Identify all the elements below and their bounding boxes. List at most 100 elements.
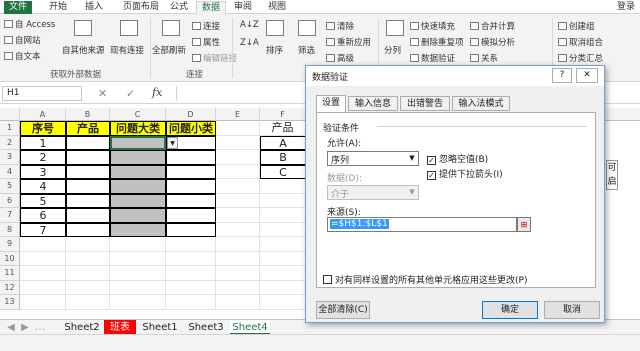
dialog-title-bar[interactable]: 数据验证 ? ✕ [306,66,604,86]
relationships-button[interactable]: 关系 [470,52,498,64]
grid-cell[interactable] [66,266,110,281]
table-cell[interactable] [66,135,110,150]
subtotal-button[interactable]: 分类汇总 [558,52,603,64]
table-cell[interactable]: 7 [20,222,66,237]
table-cell[interactable]: 1 [20,135,66,150]
product-header-cell[interactable]: 产品 [260,121,306,136]
grid-cell[interactable] [260,179,306,194]
refresh-all-button[interactable]: 全部刷新 [152,44,186,56]
data-select[interactable]: 介于 ▼ [327,185,419,200]
apply-all-checkbox[interactable]: 对有同样设置的所有其他单元格应用这些更改(P) [323,273,527,286]
tab-home[interactable]: 开始 [44,1,72,14]
sheet-tab-sheet2[interactable]: Sheet2 [62,320,102,335]
login-link[interactable]: 登录 [614,1,638,14]
name-box[interactable]: H1 [2,86,82,101]
ungroup-button[interactable]: 取消组合 [558,36,603,48]
what-if-button[interactable]: 模拟分析 [470,36,515,48]
ignore-blank-checkbox[interactable]: ✓ 忽略空值(B) [427,152,488,165]
existing-connections-button[interactable]: 现有连接 [110,44,144,56]
grid-cell[interactable] [216,164,260,179]
row-header[interactable]: 9 [0,237,20,252]
row-header[interactable]: 13 [0,295,20,310]
table-cell[interactable] [66,208,110,223]
table-cell[interactable] [110,150,166,165]
ok-button[interactable]: 确定 [482,301,538,319]
source-input[interactable]: =$H$1:$L$1 [327,217,517,232]
grid-cell[interactable] [110,295,166,310]
connections-button[interactable]: 连接 [192,20,220,32]
other-sources-button[interactable]: 自其他来源 [62,44,105,56]
grid-cell[interactable] [216,208,260,223]
table-header-cell[interactable]: 问题小类 [166,121,216,136]
grid-cell[interactable] [110,280,166,295]
prev-sheet-icon[interactable]: ◀ [6,320,16,335]
from-access-button[interactable]: 自 Access [4,18,55,30]
table-cell[interactable]: 3 [20,164,66,179]
clear-all-button[interactable]: 全部清除(C) [316,301,370,319]
table-cell[interactable] [166,164,216,179]
row-header[interactable]: 7 [0,208,20,223]
properties-button[interactable]: 属性 [192,36,220,48]
sort-az-icon[interactable]: A↓Z [240,20,259,30]
grid-cell[interactable] [216,266,260,281]
range-select-icon[interactable]: ⊞ [517,217,531,232]
tab-file[interactable]: 文件 [4,1,32,14]
clear-button[interactable]: 清除 [326,20,354,32]
tab-ime-mode[interactable]: 输入法模式 [452,96,510,111]
group-button[interactable]: 创建组 [558,20,595,32]
product-cell[interactable]: B [260,150,306,165]
column-header-e[interactable]: E [216,108,260,121]
sheet-tab-sheet3[interactable]: Sheet3 [186,320,226,335]
grid-cell[interactable] [66,280,110,295]
sort-za-icon[interactable]: Z↓A [240,38,259,48]
advanced-button[interactable]: 高级 [326,52,354,64]
table-cell[interactable] [166,193,216,208]
row-header[interactable]: 11 [0,266,20,281]
close-button[interactable]: ✕ [576,68,598,83]
grid-cell[interactable] [260,266,306,281]
grid-cell[interactable] [66,295,110,310]
grid-cell[interactable] [20,295,66,310]
tab-data[interactable]: 数据 [196,1,226,15]
table-cell[interactable] [166,222,216,237]
row-header[interactable]: 2 [0,135,20,150]
formula-input[interactable] [176,86,300,101]
grid-cell[interactable] [110,251,166,266]
product-cell[interactable]: A [260,135,306,150]
table-cell[interactable] [66,193,110,208]
row-header[interactable]: 3 [0,150,20,165]
table-cell[interactable] [66,179,110,194]
column-header-f[interactable]: F [260,108,306,121]
next-sheet-icon[interactable]: ▶ [20,320,30,335]
tab-formulas[interactable]: 公式 [166,1,192,14]
grid-cell[interactable] [260,208,306,223]
table-cell[interactable] [110,208,166,223]
grid-cell[interactable] [166,280,216,295]
grid-cell[interactable] [216,295,260,310]
worksheet-grid[interactable]: 1 序号 产品 问题大类 问题小类 产品 2 1 A 3 2 B 4 3 C 5 4 6 5 7 6 8 7 9 10 11 12 1… [0,121,306,319]
sort-button[interactable]: 排序 [266,44,283,56]
table-cell[interactable] [110,164,166,179]
grid-cell[interactable] [216,193,260,208]
table-cell[interactable] [166,208,216,223]
table-header-cell[interactable]: 序号 [20,121,66,136]
sheet-tab-shift-table[interactable]: 班表 [104,320,136,335]
column-header-a[interactable]: A [20,108,66,121]
grid-cell[interactable] [216,121,260,136]
insert-function-icon[interactable]: fx [152,86,162,99]
table-cell[interactable]: 4 [20,179,66,194]
from-text-button[interactable]: 自文本 [4,50,41,62]
grid-cell[interactable] [260,280,306,295]
allow-select[interactable]: 序列 ▼ [327,151,419,166]
table-cell[interactable]: 2 [20,150,66,165]
cancel-button[interactable]: 取消 [544,301,600,319]
column-header-c[interactable]: C [110,108,166,121]
consolidate-button[interactable]: 合并计算 [470,20,515,32]
grid-cell[interactable] [260,222,306,237]
tab-settings[interactable]: 设置 [316,95,346,112]
grid-cell[interactable] [216,179,260,194]
grid-cell[interactable] [260,251,306,266]
row-header[interactable]: 12 [0,280,20,295]
grid-cell[interactable] [166,295,216,310]
column-header-b[interactable]: B [66,108,110,121]
